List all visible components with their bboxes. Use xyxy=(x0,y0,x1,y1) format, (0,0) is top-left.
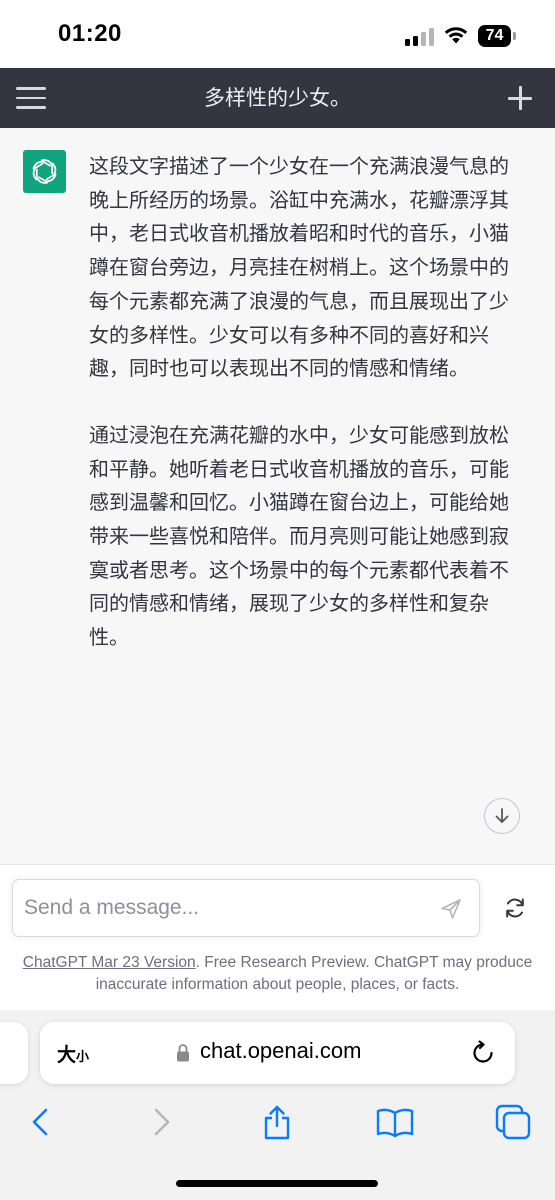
book-icon[interactable] xyxy=(375,1102,415,1142)
send-icon[interactable] xyxy=(439,897,463,921)
message-paragraph: 通过浸泡在充满花瓣的水中，少女可能感到放松和平静。她听着老日式收音机播放的音乐，… xyxy=(89,422,509,650)
text-size-large-label: 大 xyxy=(57,1045,77,1066)
text-size-small-label: 小 xyxy=(76,1049,90,1064)
disclaimer-note: ChatGPT Mar 23 Version. Free Research Pr… xyxy=(20,952,535,996)
previous-tab-card[interactable] xyxy=(0,1022,28,1084)
chevron-right-icon[interactable] xyxy=(141,1102,181,1142)
arrow-down-icon xyxy=(495,808,509,823)
openai-logo-icon xyxy=(32,159,57,184)
status-bar: 01:20 74 xyxy=(0,0,555,68)
message-composer: ChatGPT Mar 23 Version. Free Research Pr… xyxy=(0,864,555,1010)
scroll-to-bottom-button[interactable] xyxy=(484,798,520,834)
refresh-icon[interactable] xyxy=(502,895,528,921)
address-bar[interactable]: 大小 chat.openai.com xyxy=(40,1022,515,1084)
status-time: 01:20 xyxy=(58,20,122,47)
assistant-message: 这段文字描述了一个少女在一个充满浪漫气息的晚上所经历的场景。浴缸中充满水，花瓣漂… xyxy=(89,150,515,688)
chevron-left-icon[interactable] xyxy=(21,1102,61,1142)
menu-icon[interactable] xyxy=(16,84,46,112)
reload-icon[interactable] xyxy=(470,1040,496,1066)
battery-cap xyxy=(513,32,516,40)
new-chat-plus-icon[interactable] xyxy=(508,86,532,110)
message-input[interactable] xyxy=(24,890,424,926)
page-title: 多样性的少女。 xyxy=(204,86,351,110)
url-text: chat.openai.com xyxy=(200,1038,362,1063)
message-input-box xyxy=(12,879,480,937)
cellular-signal-icon xyxy=(405,28,434,46)
share-icon[interactable] xyxy=(257,1102,297,1142)
assistant-avatar xyxy=(23,150,66,193)
home-indicator xyxy=(176,1180,378,1187)
browser-chrome: 大小 chat.openai.com xyxy=(0,1010,555,1200)
message-paragraph: 这段文字描述了一个少女在一个充满浪漫气息的晚上所经历的场景。浴缸中充满水，花瓣漂… xyxy=(89,154,509,381)
wifi-icon xyxy=(444,27,468,44)
version-link[interactable]: ChatGPT Mar 23 Version xyxy=(23,954,196,971)
lock-icon xyxy=(177,1044,189,1062)
battery-indicator: 74 xyxy=(478,25,516,47)
app-header: 多样性的少女。 xyxy=(0,68,555,128)
battery-level: 74 xyxy=(478,25,511,47)
tabs-icon[interactable] xyxy=(493,1102,533,1142)
chat-area: 这段文字描述了一个少女在一个充满浪漫气息的晚上所经历的场景。浴缸中充满水，花瓣漂… xyxy=(0,128,555,864)
text-size-button[interactable]: 大小 xyxy=(57,1040,97,1066)
